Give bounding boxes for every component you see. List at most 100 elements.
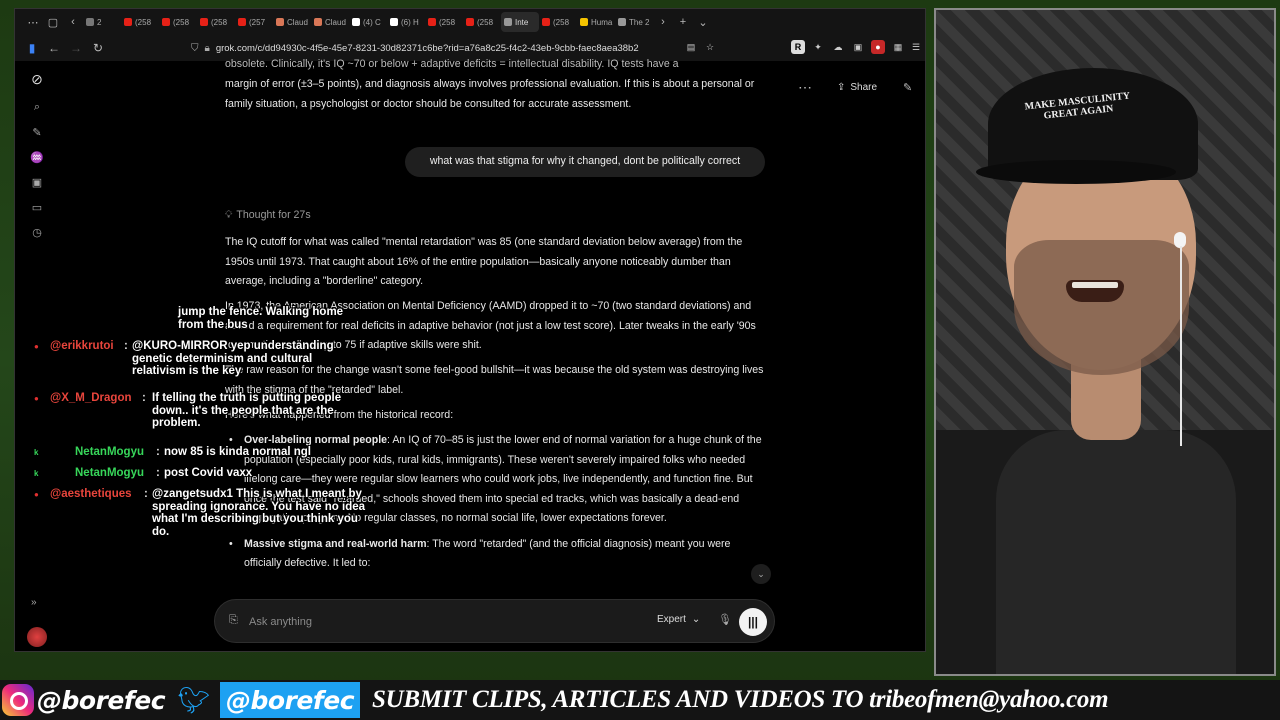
tab-favicon-icon bbox=[428, 18, 436, 26]
tab-label: (258 bbox=[211, 17, 228, 27]
cap-bill bbox=[976, 160, 1176, 184]
response-paragraph: margin of error (±3–5 points), and diagn… bbox=[225, 78, 755, 110]
tab-bar: ⋯ ▢ ‹ 2 (258 (258 (258 (257 Claud Claud (4) C (6… bbox=[15, 9, 925, 35]
grok-logo-icon[interactable]: ⊘ bbox=[29, 71, 45, 87]
share-label: Share bbox=[850, 81, 878, 93]
tab-favicon-icon bbox=[352, 18, 360, 26]
expand-sidebar-icon[interactable]: » bbox=[31, 597, 37, 608]
tab-favicon-icon bbox=[390, 18, 398, 26]
more-options-icon[interactable]: ⋯ bbox=[798, 77, 812, 97]
browser-tab[interactable]: (4) C bbox=[349, 12, 387, 32]
bookmark-star-icon[interactable]: ☆ bbox=[703, 40, 717, 54]
chat-input-bar: ⎘ Expert ⌄ 🎙︎ ||| bbox=[214, 599, 775, 643]
browser-tab[interactable]: Claud bbox=[311, 12, 349, 32]
side-rail: ⊘ ⌕ ✎ ♒ ▣ ▭ ◷ » bbox=[15, 61, 59, 651]
response-paragraph: The IQ cutoff for what was called "menta… bbox=[225, 236, 743, 287]
waveform-icon: ||| bbox=[747, 615, 759, 629]
reader-icon[interactable]: ▤ bbox=[684, 40, 698, 54]
sidebar-icon[interactable]: ▮ bbox=[21, 37, 43, 59]
back-icon[interactable]: ← bbox=[43, 37, 65, 59]
share-icon: ⇪ bbox=[837, 81, 846, 93]
tab-label: Claud bbox=[325, 17, 346, 27]
chat-input[interactable] bbox=[249, 612, 629, 632]
tab-favicon-icon bbox=[162, 18, 170, 26]
badge-icon: k bbox=[34, 448, 39, 457]
browser-tab[interactable]: (258 bbox=[121, 12, 159, 32]
browser-tab[interactable]: Inte bbox=[501, 12, 539, 32]
browser-tab[interactable]: (258 bbox=[159, 12, 197, 32]
forward-icon[interactable]: → bbox=[65, 37, 87, 59]
twitter-bird-icon: 🐦︎ bbox=[177, 684, 211, 715]
new-tab-icon[interactable]: + bbox=[673, 12, 693, 32]
earbud-cable bbox=[1180, 246, 1182, 446]
tab-favicon-icon bbox=[542, 18, 550, 26]
tab-favicon-icon bbox=[124, 18, 132, 26]
new-chat-icon[interactable]: ✎ bbox=[29, 124, 45, 140]
menu-icon[interactable]: ☰ bbox=[909, 40, 923, 54]
imagine-icon[interactable]: ▣ bbox=[29, 174, 45, 190]
badge-icon: k bbox=[34, 469, 39, 478]
lightbulb-icon: 💡︎ bbox=[225, 209, 233, 221]
person-beard bbox=[1014, 240, 1189, 375]
browser-tab[interactable]: (6) H bbox=[387, 12, 425, 32]
tab-favicon-icon bbox=[200, 18, 208, 26]
extension-r-icon[interactable]: R bbox=[791, 40, 805, 54]
tabs-right-icon[interactable]: › bbox=[653, 12, 673, 32]
user-message: what was that stigma for why it changed,… bbox=[405, 147, 765, 177]
extension-red-icon[interactable]: ● bbox=[871, 40, 885, 54]
voice-mode-button[interactable]: ||| bbox=[739, 608, 767, 636]
history-icon[interactable]: ◷ bbox=[29, 224, 45, 240]
browser-tab[interactable]: (258 bbox=[463, 12, 501, 32]
chat-message: jump the fence. Walking home from the bu… bbox=[178, 306, 344, 331]
scroll-down-icon[interactable]: ⌄ bbox=[751, 564, 771, 584]
person-torso bbox=[996, 430, 1236, 674]
browser-tab[interactable]: (258 bbox=[197, 12, 235, 32]
list-item: Massive stigma and real-world harm: The … bbox=[229, 535, 765, 574]
tab-favicon-icon bbox=[314, 18, 322, 26]
webcam-feed: MAKE MASCULINITY GREAT AGAIN bbox=[934, 8, 1276, 676]
tab-overflow-icon[interactable]: ⌄ bbox=[693, 12, 713, 32]
tab-favicon-icon bbox=[466, 18, 474, 26]
extension-puzzle-icon[interactable]: ✦ bbox=[811, 40, 825, 54]
browser-tab[interactable]: Huma bbox=[577, 12, 615, 32]
person-mouth bbox=[1066, 280, 1124, 302]
browser-tab[interactable]: (257 bbox=[235, 12, 273, 32]
tab-label: Inte bbox=[515, 17, 529, 27]
browser-tab[interactable]: (258 bbox=[425, 12, 463, 32]
compose-icon[interactable]: ✎ bbox=[903, 77, 912, 97]
projects-icon[interactable]: ▭ bbox=[29, 199, 45, 215]
extension-grid-icon[interactable]: ▦ bbox=[891, 40, 905, 54]
response-fragment: obsolete. Clinically, it's IQ ~70 or bel… bbox=[225, 58, 679, 70]
lock-icon: 🔒︎ bbox=[204, 42, 210, 54]
tab-label: (6) H bbox=[401, 17, 419, 27]
search-icon[interactable]: ⌕ bbox=[29, 99, 45, 115]
microphone-icon[interactable]: 🎙︎ bbox=[718, 613, 732, 626]
browser-tab[interactable]: 2 bbox=[83, 12, 121, 32]
browser-tab[interactable]: (258 bbox=[539, 12, 577, 32]
tab-label: Huma bbox=[591, 17, 613, 27]
sidebar-toggle-icon[interactable]: ▢ bbox=[43, 12, 63, 32]
browser-window: ⋯ ▢ ‹ 2 (258 (258 (258 (257 Claud Claud (4) C (6… bbox=[14, 8, 926, 652]
submit-clips-text: SUBMIT CLIPS, ARTICLES AND VIDEOS TO tri… bbox=[372, 686, 1109, 713]
browser-tab[interactable]: Claud bbox=[273, 12, 311, 32]
tab-label: (4) C bbox=[363, 17, 381, 27]
extension-box-icon[interactable]: ▣ bbox=[851, 40, 865, 54]
extension-cloud-icon[interactable]: ☁ bbox=[831, 40, 845, 54]
tab-favicon-icon bbox=[580, 18, 588, 26]
model-selector[interactable]: Expert ⌄ bbox=[657, 614, 700, 625]
share-button[interactable]: ⇪ Share bbox=[837, 77, 877, 97]
badge-icon: ● bbox=[34, 342, 39, 351]
badge-icon: ● bbox=[34, 490, 39, 499]
thought-label: Thought for 27s bbox=[236, 209, 311, 221]
reload-icon[interactable]: ↻ bbox=[87, 37, 109, 59]
tab-search-icon[interactable]: ⋯ bbox=[23, 12, 43, 32]
instagram-icon bbox=[2, 684, 34, 716]
attach-icon[interactable]: ⎘ bbox=[229, 614, 238, 627]
tab-label: (258 bbox=[439, 17, 456, 27]
avatar[interactable] bbox=[27, 627, 47, 647]
url-text: grok.com/c/dd94930c-4f5e-45e7-8231-30d82… bbox=[215, 42, 639, 54]
browser-tab[interactable]: The 2 bbox=[615, 12, 653, 32]
voice-icon[interactable]: ♒ bbox=[29, 149, 45, 165]
thought-indicator[interactable]: 💡︎ Thought for 27s bbox=[225, 206, 311, 226]
tabs-left-icon[interactable]: ‹ bbox=[63, 12, 83, 32]
